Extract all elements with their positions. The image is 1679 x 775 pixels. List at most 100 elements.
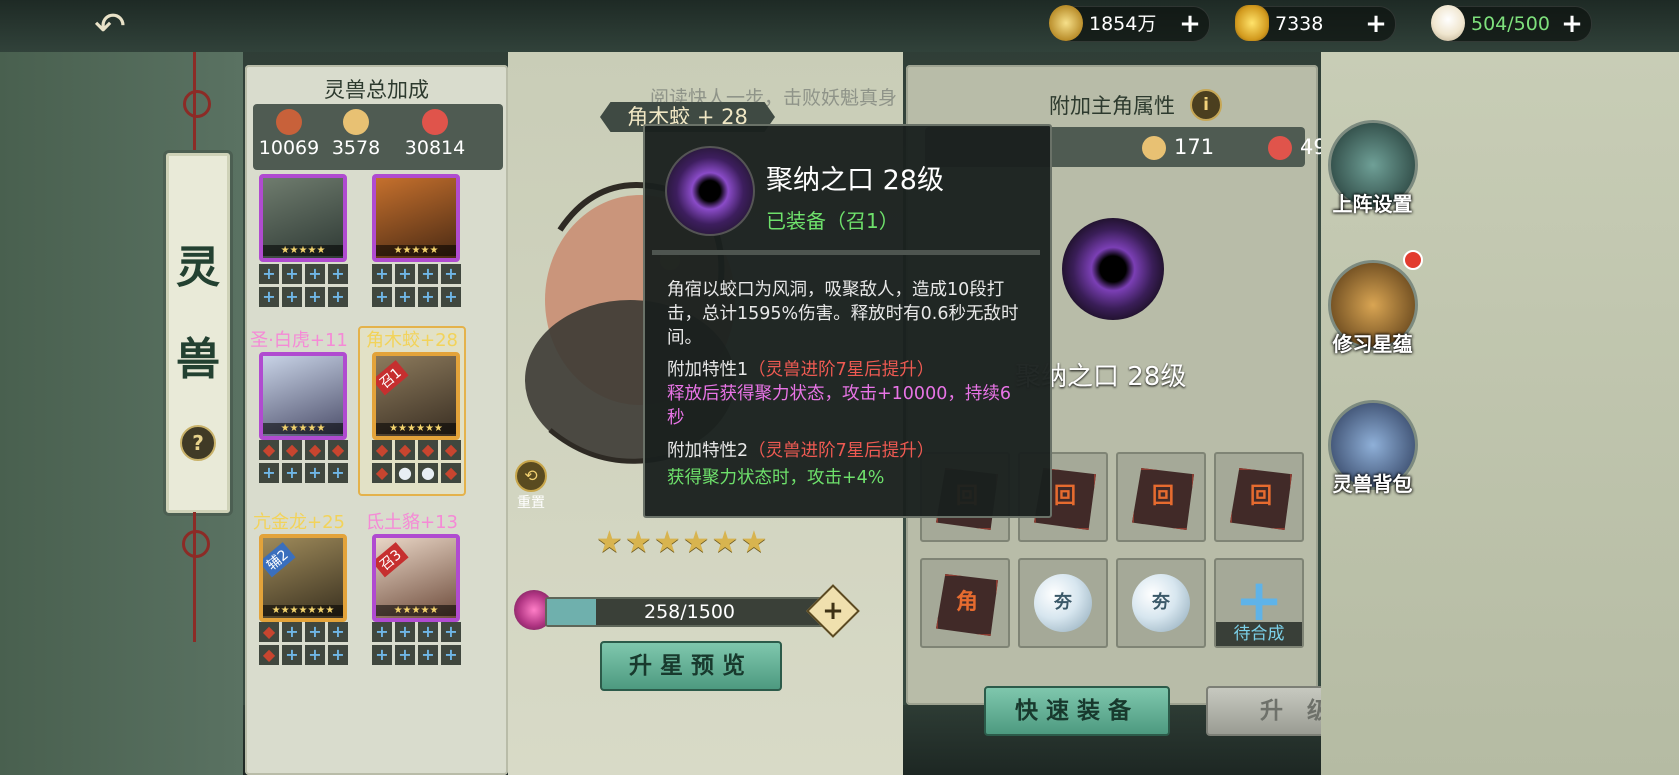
bonus-defense: 3578 <box>317 105 395 159</box>
shield-icon <box>1142 136 1166 160</box>
beast-card-jiaomujiao-selected[interactable]: 角木蛟+28 召1 ★★★★★★ ◆ ◆ ◆ ◆ ◆ ● ● ◆ <box>358 326 466 496</box>
add-coins-button[interactable]: + <box>1177 11 1203 37</box>
assist-tag: 辅2 <box>263 542 296 578</box>
slot: + <box>372 264 392 284</box>
beast-portrait: ★★★★★ <box>259 174 347 262</box>
beast-name: 氐土貉+13 <box>366 512 458 533</box>
rune-slot[interactable]: 夯 <box>1116 558 1206 648</box>
info-icon[interactable]: i <box>1190 89 1222 121</box>
notification-dot <box>1403 250 1423 270</box>
tooltip-equip-status: 已装备（召1） <box>766 209 899 233</box>
total-bonus-title: 灵兽总加成 <box>324 78 429 102</box>
coin-icon <box>1049 5 1083 41</box>
rune-glyph: 夯 <box>1152 592 1170 613</box>
pearl-gem-icon: 夯 <box>1034 574 1092 632</box>
beast-card-kangjinlong[interactable]: 亢金龙+25 辅2 ★★★★★★★ ◆ + + + ◆ + + + <box>247 510 351 680</box>
pending-synthesis-label: 待合成 <box>1216 622 1302 646</box>
slot: + <box>305 463 325 483</box>
add-stamina-button[interactable]: + <box>1559 11 1585 37</box>
help-button[interactable]: ? <box>180 425 216 461</box>
beast-bag-button[interactable]: 灵兽背包 <box>1325 400 1420 510</box>
quick-equip-button[interactable]: 快速装备 <box>984 686 1170 736</box>
star-training-button[interactable]: 修习星蕴 <box>1325 260 1420 370</box>
skill-orb-icon[interactable] <box>1062 218 1164 320</box>
slot: ◆ <box>282 440 302 460</box>
slot: + <box>441 287 461 307</box>
lineup-settings-button[interactable]: 上阵设置 <box>1325 120 1420 230</box>
slot: + <box>328 264 348 284</box>
beast-stars: ★★★★★★ <box>376 423 456 434</box>
beast-bag-label: 灵兽背包 <box>1332 472 1413 496</box>
heart-icon <box>422 109 448 135</box>
add-ingots-button[interactable]: + <box>1363 11 1389 37</box>
resource-coins: 1854万 + <box>1049 5 1210 42</box>
beast-slots: + + + + + + + + <box>372 264 461 307</box>
ingots-value: 7338 <box>1275 13 1324 35</box>
trait1-requirement: （灵兽进阶7星后提升） <box>748 360 935 380</box>
slot: + <box>418 287 438 307</box>
plus-icon: + <box>822 596 844 626</box>
beast-card-baihu[interactable]: 圣·白虎+11 ★★★★★ ◆ ◆ ◆ ◆ + + + + <box>247 328 351 493</box>
coins-value: 1854万 <box>1089 13 1157 35</box>
synthesize-slot[interactable]: + 待合成 <box>1214 558 1304 648</box>
tooltip-title: 聚纳之口 28级 <box>766 165 944 196</box>
beast-slots: + + + + + + + + <box>259 264 348 307</box>
star-preview-button[interactable]: 升星预览 <box>600 641 782 691</box>
slot: ◆ <box>418 440 438 460</box>
resource-stamina: 504/500 + <box>1431 5 1592 42</box>
slot: + <box>372 622 392 642</box>
rune-slot[interactable]: 角 <box>920 558 1010 648</box>
bonus-defense-value: 3578 <box>331 137 381 159</box>
back-button[interactable]: ↶ <box>80 6 140 46</box>
slot: + <box>395 287 415 307</box>
beast-portrait: ★★★★★ <box>372 174 460 262</box>
beast-portrait: 召1 ★★★★★★ <box>372 352 460 440</box>
decor-knot <box>182 530 210 558</box>
rune-slot[interactable]: 回 <box>1116 452 1206 542</box>
beast-card[interactable]: ★★★★★ + + + + + + + + <box>360 172 464 312</box>
resource-ingots: 7338 + <box>1235 5 1396 42</box>
reset-label: 重置 <box>517 495 545 511</box>
slot: ● <box>418 463 438 483</box>
slot: + <box>418 264 438 284</box>
stamina-value: 504/500 <box>1471 13 1550 35</box>
slot: ◆ <box>372 440 392 460</box>
slot: + <box>305 645 325 665</box>
scroll-char-2: 兽 <box>176 334 220 385</box>
hero-defense-value: 171 <box>1174 135 1215 159</box>
slot: + <box>441 264 461 284</box>
rune-gem-icon: 回 <box>1132 468 1194 530</box>
rune-glyph: 回 <box>1249 484 1272 509</box>
decor-knot <box>183 90 211 118</box>
beast-card[interactable]: ★★★★★ + + + + + + + + <box>247 172 351 312</box>
trait1-heading: 附加特性1（灵兽进阶7星后提升） <box>667 356 934 381</box>
slot: ◆ <box>259 440 279 460</box>
beast-stars: ★★★★★★★ <box>263 605 343 616</box>
slot: + <box>395 264 415 284</box>
slot: + <box>305 264 325 284</box>
slot: + <box>328 622 348 642</box>
beast-card-ditulao[interactable]: 氐土貉+13 召3 ★★★★★ + + + + + + + + <box>360 510 464 680</box>
beast-name: 亢金龙+25 <box>253 512 345 533</box>
slot: + <box>418 622 438 642</box>
beast-name: 圣·白虎+11 <box>250 330 348 351</box>
rune-slot[interactable]: 夯 <box>1018 558 1108 648</box>
trait2-requirement: （灵兽进阶7星后提升） <box>748 441 935 461</box>
slot: ● <box>395 463 415 483</box>
tooltip-divider <box>652 250 1040 255</box>
slot: + <box>259 463 279 483</box>
rune-slot[interactable]: 回 <box>1214 452 1304 542</box>
slot: + <box>305 622 325 642</box>
title-scroll: 灵 兽 <box>163 150 233 516</box>
skill-orb-icon <box>665 146 755 236</box>
slot: + <box>372 645 392 665</box>
star-progress-text: 258/1500 <box>643 601 736 623</box>
slot: + <box>418 645 438 665</box>
slot: + <box>328 287 348 307</box>
reset-button[interactable]: ⟲ 重置 <box>510 460 552 511</box>
pearl-gem-icon: 夯 <box>1132 574 1190 632</box>
sword-icon <box>276 109 302 135</box>
gold-ingot-icon <box>1235 5 1269 41</box>
beast-slots: ◆ + + + ◆ + + + <box>259 622 348 665</box>
steamed-bun-icon <box>1431 5 1465 41</box>
